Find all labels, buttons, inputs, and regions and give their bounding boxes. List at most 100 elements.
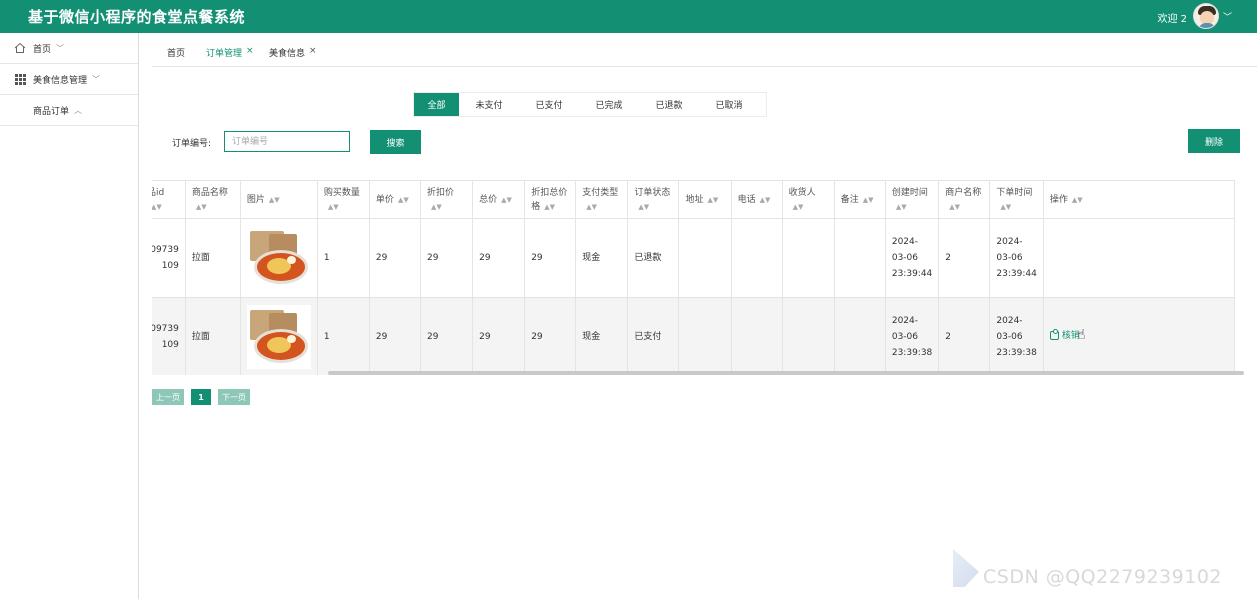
column-header[interactable]: 地址 ▲▼ xyxy=(678,180,732,219)
cell-merchant: 2 xyxy=(938,297,991,375)
grid-icon xyxy=(14,73,26,85)
status-tab-all[interactable]: 全部 xyxy=(414,93,459,116)
cell-total: 29 xyxy=(472,297,526,375)
cell-pay-type: 现金 xyxy=(575,218,629,298)
app-title: 基于微信小程序的食堂点餐系统 xyxy=(28,8,246,26)
column-header[interactable]: 图片 ▲▼ xyxy=(239,180,318,219)
order-number-input[interactable] xyxy=(224,131,350,152)
cell-remark xyxy=(833,297,886,375)
cell-qty: 1 xyxy=(316,297,370,375)
status-tab-completed[interactable]: 已完成 xyxy=(579,93,639,116)
status-tab-refunded[interactable]: 已退款 xyxy=(639,93,699,116)
cell-merchant: 2 xyxy=(938,218,991,298)
cell-ordered: 2024-03-06 23:39:44 xyxy=(989,218,1044,298)
mouse-cursor-icon: ☝ xyxy=(1077,327,1086,343)
sidebar-item-home[interactable]: 首页 ﹀ xyxy=(0,33,138,64)
status-tab-paid[interactable]: 已支付 xyxy=(519,93,579,116)
cell-receiver xyxy=(781,297,835,375)
table-row[interactable]: 09739 109 拉面 1 29 29 29 29 现金 已支付 2024-0… xyxy=(152,297,1236,375)
cell-created: 2024-03-06 23:39:44 xyxy=(884,218,940,298)
sidebar-item-orders[interactable]: 商品订单 ︿ xyxy=(0,95,138,126)
cell-remark xyxy=(833,218,886,298)
cell-id: 09739 109 xyxy=(152,297,186,375)
cell-ordered: 2024-03-06 23:39:38 xyxy=(989,297,1044,375)
cell-id: 09739 109 xyxy=(152,218,186,298)
food-image xyxy=(246,226,311,290)
column-header[interactable]: 备注 ▲▼ xyxy=(833,180,886,219)
cell-total: 29 xyxy=(472,218,526,298)
next-page-button[interactable]: 下一页 xyxy=(218,389,250,405)
column-header[interactable]: 商户名称▲▼ xyxy=(938,180,991,219)
column-header[interactable]: 购买数量▲▼ xyxy=(316,180,370,219)
cell-created: 2024-03-06 23:39:38 xyxy=(884,297,940,375)
food-image xyxy=(246,305,311,369)
column-header[interactable]: 下单时间▲▼ xyxy=(989,180,1044,219)
column-header[interactable]: 创建时间▲▼ xyxy=(884,180,940,219)
column-header[interactable]: 商品名称▲▼ xyxy=(184,180,241,219)
cell-address xyxy=(678,297,732,375)
close-icon[interactable]: × xyxy=(246,46,254,56)
cell-price: 29 xyxy=(368,297,422,375)
user-icon xyxy=(1049,329,1059,341)
tab-home[interactable]: 首页 xyxy=(167,46,185,59)
column-header[interactable]: 电话 ▲▼ xyxy=(730,180,783,219)
status-tab-cancelled[interactable]: 已取消 xyxy=(699,93,759,116)
sidebar-item-label: 美食信息管理 xyxy=(33,75,88,86)
verify-button[interactable]: 核销 xyxy=(1049,328,1080,344)
pagination: 上一页 1 下一页 xyxy=(152,389,250,405)
column-header[interactable]: 支付类型▲▼ xyxy=(575,180,629,219)
cell-price: 29 xyxy=(368,218,422,298)
avatar[interactable] xyxy=(1193,3,1219,29)
tab-order-management[interactable]: 订单管理 × xyxy=(206,46,254,59)
cell-phone xyxy=(730,218,783,298)
tab-label: 美食信息 xyxy=(269,49,306,59)
cell-phone xyxy=(730,297,783,375)
main-content: 首页 订单管理 × 美食信息 × 全部 未支付 已支付 已完成 已退款 已取消 订单… xyxy=(152,33,1257,599)
tab-bar: 首页 订单管理 × 美食信息 × xyxy=(152,33,1257,67)
sidebar-item-label: 首页 xyxy=(33,44,52,55)
chevron-down-icon: ﹀ xyxy=(56,43,65,53)
column-header[interactable]: 订单状态▲▼ xyxy=(627,180,680,219)
cell-receiver xyxy=(781,218,835,298)
table-header-row: 品id▲▼ 商品名称▲▼ 图片▲▼ 购买数量▲▼ 单价▲▼ 折扣价▲▼ 总价▲▼… xyxy=(152,180,1236,219)
cell-qty: 1 xyxy=(316,218,370,298)
prev-page-button[interactable]: 上一页 xyxy=(152,389,184,405)
cell-image xyxy=(239,297,318,375)
cell-name: 拉面 xyxy=(184,297,241,375)
cell-status: 已退款 xyxy=(627,218,680,298)
order-number-label: 订单编号: xyxy=(172,139,212,149)
column-header[interactable]: 品id▲▼ xyxy=(152,180,186,219)
column-header[interactable]: 收货人▲▼ xyxy=(781,180,835,219)
chevron-down-icon: ﹀ xyxy=(92,74,101,84)
cell-address xyxy=(678,218,732,298)
cell-pay-type: 现金 xyxy=(575,297,629,375)
order-table: 品id▲▼ 商品名称▲▼ 图片▲▼ 购买数量▲▼ 单价▲▼ 折扣价▲▼ 总价▲▼… xyxy=(152,180,1247,375)
close-icon[interactable]: × xyxy=(309,46,317,56)
search-button[interactable]: 搜索 xyxy=(370,130,421,154)
tab-food-info[interactable]: 美食信息 × xyxy=(269,46,317,59)
welcome-text: 欢迎 2 xyxy=(1157,14,1187,25)
column-header[interactable]: 总价 ▲▼ xyxy=(472,180,526,219)
cell-discount: 29 xyxy=(420,218,474,298)
cell-name: 拉面 xyxy=(184,218,241,298)
cell-discount-total: 29 xyxy=(524,297,577,375)
column-header[interactable]: 折扣总价格 ▲▼ xyxy=(524,180,577,219)
sidebar-item-food-management[interactable]: 美食信息管理 ﹀ xyxy=(0,64,138,95)
chevron-down-icon[interactable]: ﹀ xyxy=(1223,10,1232,23)
cell-image xyxy=(239,218,318,298)
top-bar: 基于微信小程序的食堂点餐系统 欢迎 2 ﹀ xyxy=(0,0,1257,33)
delete-button[interactable]: 删除 xyxy=(1188,129,1240,153)
cell-discount-total: 29 xyxy=(524,218,577,298)
tab-label: 订单管理 xyxy=(206,49,243,59)
status-tab-unpaid[interactable]: 未支付 xyxy=(459,93,519,116)
page-number-button[interactable]: 1 xyxy=(191,389,211,405)
column-header[interactable]: 单价 ▲▼ xyxy=(368,180,422,219)
column-header[interactable]: 操作 ▲▼ xyxy=(1042,180,1236,219)
sidebar: 首页 ﹀ 美食信息管理 ﹀ 商品订单 ︿ xyxy=(0,33,139,599)
horizontal-scrollbar[interactable] xyxy=(328,371,1244,375)
column-header[interactable]: 折扣价▲▼ xyxy=(420,180,474,219)
cell-status: 已支付 xyxy=(627,297,680,375)
cell-discount: 29 xyxy=(420,297,474,375)
table-row[interactable]: 09739 109 拉面 1 29 29 29 29 现金 已退款 2024-0… xyxy=(152,218,1236,298)
status-filter-tabs: 全部 未支付 已支付 已完成 已退款 已取消 xyxy=(413,92,767,117)
